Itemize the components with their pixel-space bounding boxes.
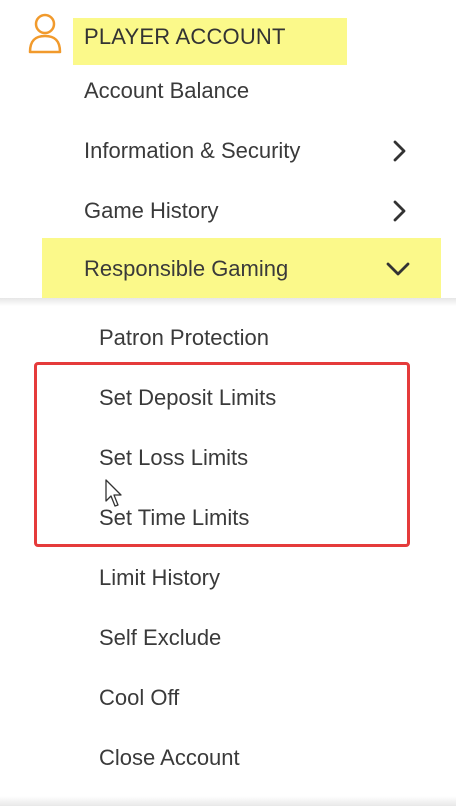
menu-item-game-history[interactable]: Game History [0,182,456,240]
submenu-item-cool-off[interactable]: Cool Off [0,670,456,726]
submenu-item-label: Self Exclude [99,625,222,650]
mouse-cursor-icon [105,479,122,507]
chevron-right-icon [393,200,406,222]
submenu-item-label: Limit History [99,565,221,590]
annotation-highlight-box [34,362,410,547]
submenu-item-limit-history[interactable]: Limit History [0,550,456,606]
submenu-item-self-exclude[interactable]: Self Exclude [0,610,456,666]
menu-item-label: Responsible Gaming [84,256,289,281]
menu-item-information-security[interactable]: Information & Security [0,122,456,180]
submenu-item-label: Cool Off [99,685,180,710]
chevron-down-icon [386,262,410,276]
menu-item-responsible-gaming[interactable]: Responsible Gaming [0,240,456,298]
menu-item-label: Account Balance [84,78,250,103]
page-title: PLAYER ACCOUNT [84,24,286,49]
bottom-divider [0,796,456,806]
submenu-item-label: Close Account [99,745,240,770]
user-icon [28,13,62,54]
submenu-item-label: Patron Protection [99,325,269,350]
menu-item-label: Information & Security [84,138,301,163]
menu-item-account-balance[interactable]: Account Balance [0,62,456,120]
menu-item-label: Game History [84,198,219,223]
submenu-item-close-account[interactable]: Close Account [0,730,456,786]
section-divider [0,298,456,306]
submenu-item-patron-protection[interactable]: Patron Protection [0,310,456,366]
chevron-right-icon [393,140,406,162]
